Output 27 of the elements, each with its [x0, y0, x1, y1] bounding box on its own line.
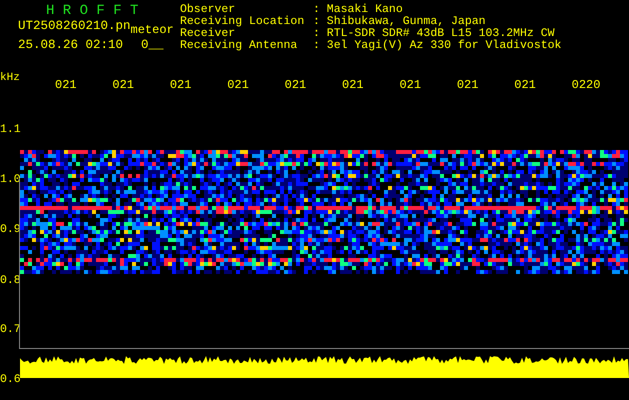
time-label: 0220: [572, 78, 600, 92]
info-label: Receiving Antenna: [180, 40, 298, 52]
time-label: 021: [170, 78, 192, 92]
time-label: 021: [227, 78, 249, 92]
info-value: : 3el Yagi(V) Az 330 for Vladivostok: [313, 40, 562, 52]
app-title: H R O F F T: [46, 3, 138, 19]
time-label: 021: [112, 78, 134, 92]
counter: 0__: [141, 39, 164, 52]
time-label: 021: [55, 78, 77, 92]
info-value: : Shibukawa, Gunma, Japan: [313, 16, 486, 28]
frequency-label: 1.1: [0, 124, 21, 136]
time-label: 021: [456, 78, 478, 92]
time-label: 021: [514, 78, 536, 92]
time-label: 021: [399, 78, 422, 92]
unit-label: kHz: [0, 72, 20, 84]
time-label: 021: [284, 78, 306, 92]
info-label: Receiving Location: [180, 16, 306, 28]
file-tag: meteor: [130, 24, 174, 36]
info-value: : RTL-SDR SDR# 43dB L15 103.2MHz CW: [313, 28, 555, 40]
info-label: Observer: [180, 4, 236, 16]
frequency-label: 0.7: [0, 324, 21, 336]
frequency-label: 0.6: [0, 374, 21, 386]
timestamp: 25.08.26 02:10: [18, 39, 124, 52]
info-label: Receiver: [180, 28, 236, 40]
info-value: : Masaki Kano: [313, 4, 403, 16]
time-label: 021: [342, 78, 364, 92]
file-name: UT2508260210.pn: [18, 20, 131, 33]
